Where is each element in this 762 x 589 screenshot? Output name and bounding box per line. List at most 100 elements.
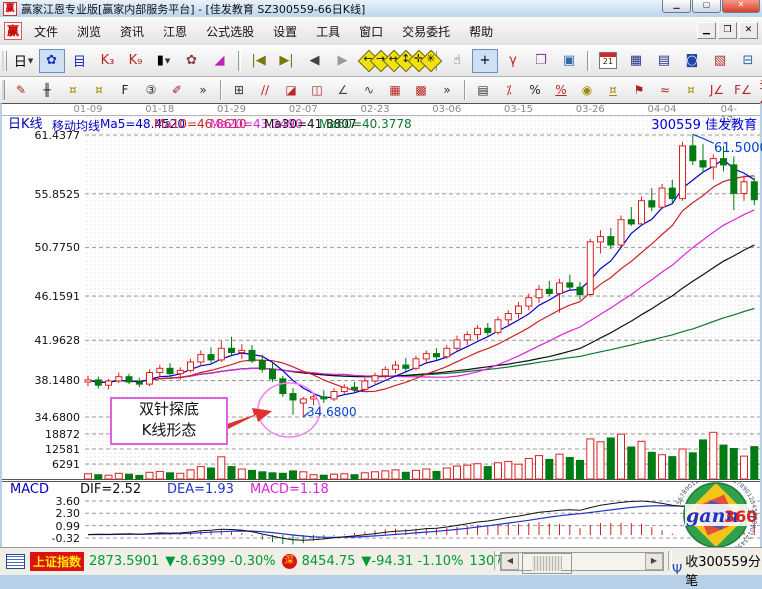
draw-pen-button[interactable]: ✎: [9, 80, 33, 101]
date-tick-label: 01-29: [217, 104, 246, 115]
time-grid-button[interactable]: ╫: [35, 80, 59, 101]
menu-file[interactable]: 文件: [28, 22, 64, 42]
calendar-icon: 21: [599, 52, 617, 69]
menu-tools[interactable]: 工具: [310, 22, 346, 42]
remote-pc-icon: ⊟: [743, 53, 754, 68]
window-minimize-button[interactable]: ▁: [662, 0, 691, 13]
pen-grid-button[interactable]: ✐: [165, 80, 189, 101]
date-tick-label: 03-15: [504, 104, 533, 115]
gann-fan-button[interactable]: ∕∕: [253, 80, 277, 101]
percent-line-button[interactable]: %: [549, 80, 573, 101]
band-tool-button[interactable]: ❒: [528, 49, 554, 73]
price-tick-label: 38.1480: [4, 374, 80, 387]
gold-circle-button[interactable]: ◉: [575, 80, 599, 101]
remote-pc-button[interactable]: ⊟: [735, 49, 761, 73]
color-indicator-button[interactable]: ◢: [207, 49, 233, 73]
gamma-tool-button[interactable]: γ: [500, 49, 526, 73]
wave-button[interactable]: ≈: [653, 80, 677, 101]
mdi-close-button[interactable]: ✕: [739, 22, 758, 39]
menu-window[interactable]: 窗口: [353, 22, 389, 42]
more-draw-icon: »: [443, 83, 450, 97]
calculator-button[interactable]: ▦: [623, 49, 649, 73]
kline-merge-3-button[interactable]: K₃: [95, 49, 121, 73]
date-tick-label: 03-26: [576, 104, 605, 115]
macd-value: MACD=1.18: [250, 482, 329, 497]
gold-line-button[interactable]: ¤: [601, 80, 625, 101]
gold-time-grid-button[interactable]: ¤: [87, 80, 111, 101]
more-draw-button[interactable]: »: [435, 80, 459, 101]
angle-line-button[interactable]: ∠: [331, 80, 355, 101]
mdi-restore-button[interactable]: ❒: [718, 22, 737, 39]
pattern-search-button[interactable]: ✿: [179, 49, 205, 73]
crosshair-tool-button[interactable]: +: [472, 49, 498, 73]
last-bar-button[interactable]: ▶|: [274, 49, 300, 73]
report-button[interactable]: ▧: [707, 49, 733, 73]
gann-box-button[interactable]: ◫: [305, 80, 329, 101]
index-name-badge[interactable]: 上证指数: [30, 552, 84, 571]
scroll-left-arrow[interactable]: ◀: [501, 553, 519, 570]
annotation-line-1: 双针探底: [112, 399, 226, 420]
percent-button[interactable]: %: [523, 80, 547, 101]
cycle-3-button[interactable]: ③: [139, 80, 163, 101]
menu-trade-order[interactable]: 交易委托: [396, 22, 456, 42]
diamond-shift-right-button[interactable]: →: [370, 50, 381, 71]
scroll-thumb[interactable]: [522, 553, 572, 574]
axis-frame-icon: ⊞: [234, 83, 244, 97]
scroll-right-arrow[interactable]: ▶: [645, 553, 663, 570]
gold-angle-button[interactable]: ¤: [679, 80, 703, 101]
dense-grid-button[interactable]: ▩: [409, 80, 433, 101]
mdi-minimize-button[interactable]: ▁: [697, 22, 716, 39]
price-tick-label: 50.7750: [4, 241, 80, 254]
prev-bar-button[interactable]: ◀: [302, 49, 328, 73]
compare-tool-button[interactable]: ▣: [556, 49, 582, 73]
horizontal-scrollbar[interactable]: ◀ ▶: [500, 552, 664, 571]
quote-table-icon[interactable]: [6, 554, 25, 569]
diamond-updown-button[interactable]: ↕: [395, 50, 406, 71]
sh-index-value: 2873.5901: [89, 554, 159, 569]
calendar-button[interactable]: 21: [595, 49, 621, 73]
diamond-shift-left-button[interactable]: ←: [358, 50, 369, 71]
candle-style-button[interactable]: ▮▼: [151, 49, 177, 73]
zigzag-button[interactable]: ∿: [357, 80, 381, 101]
box-fan-button[interactable]: ◪: [279, 80, 303, 101]
date-tick-label: 03-06: [432, 104, 461, 115]
axis-frame-button[interactable]: ⊞: [227, 80, 251, 101]
matrix-button[interactable]: ▤: [471, 80, 495, 101]
gold-price-grid-button[interactable]: ¤: [61, 80, 85, 101]
next-bar-button[interactable]: ▶: [330, 49, 356, 73]
percent-t-button[interactable]: ⁒: [497, 80, 521, 101]
pattern-annotation-box: 双针探底 K线形态: [110, 397, 228, 445]
more-tools-button[interactable]: »: [191, 80, 215, 101]
diamond-expand-button[interactable]: ↔: [383, 50, 394, 71]
menu-bar: 赢 文件浏览资讯江恩公式选股设置工具窗口交易委托帮助 ▁ ❒ ✕: [0, 17, 762, 46]
menu-news[interactable]: 资讯: [114, 22, 150, 42]
hand-tool-button[interactable]: ☝: [444, 49, 470, 73]
window-close-button[interactable]: ✕: [722, 0, 760, 13]
menu-settings[interactable]: 设置: [267, 22, 303, 42]
period-day-button[interactable]: 日▼: [11, 49, 37, 73]
fib-grid-button[interactable]: F: [113, 80, 137, 101]
macd-tick-label: 0.99: [4, 520, 80, 533]
menu-gann[interactable]: 江恩: [157, 22, 193, 42]
menu-formula-stock-pick[interactable]: 公式选股: [200, 22, 260, 42]
gann360-logo: gann 360 5678901234561234567890123456789…: [670, 481, 762, 549]
kline-merge-9-button[interactable]: K₉: [123, 49, 149, 73]
price-grid-button[interactable]: ▦: [383, 80, 407, 101]
diamond-star-button[interactable]: ✳: [420, 50, 431, 71]
info-panel-button[interactable]: 目: [67, 49, 93, 73]
gann-tools-button[interactable]: ✿: [39, 49, 65, 73]
first-bar-button[interactable]: |◀: [246, 49, 272, 73]
save-button[interactable]: ◙: [679, 49, 705, 73]
status-bar: 上证指数 2873.5901 ▼-8.6399 -0.30% 深 8454.75…: [0, 547, 762, 575]
menu-browse[interactable]: 浏览: [71, 22, 107, 42]
j-angle-button[interactable]: J∠: [705, 80, 729, 101]
menu-help[interactable]: 帮助: [463, 22, 499, 42]
multi-angle-button[interactable]: 多∠: [757, 80, 762, 101]
flag-pen-button[interactable]: ⚑: [627, 80, 651, 101]
pen-grid-icon: ✐: [172, 83, 182, 97]
diamond-cross-button[interactable]: ✛: [408, 50, 419, 71]
window-maximize-button[interactable]: ▢: [692, 0, 721, 13]
f-angle-button[interactable]: F∠: [731, 80, 755, 101]
candle-style-icon: ▮: [157, 53, 164, 68]
notebook-button[interactable]: ▤: [651, 49, 677, 73]
